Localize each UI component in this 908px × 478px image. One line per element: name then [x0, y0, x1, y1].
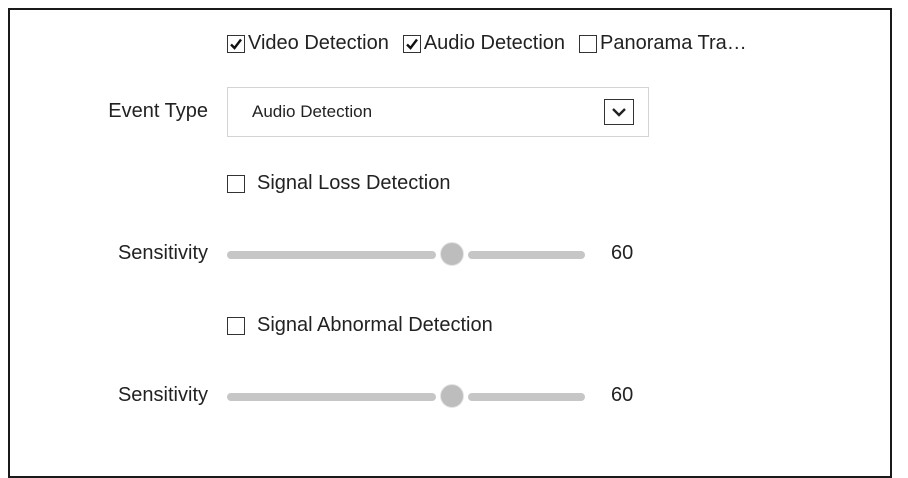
sensitivity-value-1: 60 — [611, 242, 634, 264]
chevron-down-icon[interactable] — [604, 99, 634, 125]
panorama-label: Panorama Tra… — [600, 32, 747, 54]
slider-handle[interactable] — [439, 242, 464, 266]
sensitivity-label-1: Sensitivity — [117, 242, 208, 264]
event-type-checkbox-row: Video Detection Audio Detection Panorama… — [227, 32, 747, 55]
sensitivity-value-2: 60 — [611, 384, 634, 406]
signal-abnormal-checkbox[interactable] — [227, 316, 245, 335]
slider-handle[interactable] — [439, 384, 464, 408]
slider-track-left — [227, 251, 436, 259]
checkmark-icon — [230, 38, 242, 50]
panorama-checkbox[interactable] — [579, 34, 598, 53]
audio-detection-checkbox[interactable] — [402, 34, 421, 53]
video-detection-label: Video Detection — [248, 32, 389, 54]
video-detection-checkbox[interactable] — [227, 34, 245, 53]
signal-loss-row: Signal Loss Detection — [227, 172, 450, 195]
sensitivity-label-2: Sensitivity — [117, 384, 208, 406]
slider-track-left — [227, 393, 436, 401]
sensitivity-slider-2[interactable] — [227, 384, 585, 410]
event-type-select[interactable]: Audio Detection — [227, 87, 649, 137]
sensitivity-slider-1[interactable] — [227, 242, 585, 268]
slider-track-right — [467, 393, 585, 401]
audio-detection-label: Audio Detection — [423, 32, 566, 54]
event-type-label: Event Type — [108, 100, 208, 122]
signal-loss-label: Signal Loss Detection — [257, 172, 451, 194]
event-type-selected-value: Audio Detection — [252, 102, 373, 121]
signal-abnormal-row: Signal Abnormal Detection — [227, 314, 493, 337]
slider-track-right — [467, 251, 585, 259]
signal-loss-checkbox[interactable] — [227, 174, 245, 193]
signal-abnormal-label: Signal Abnormal Detection — [257, 314, 493, 336]
checkmark-icon — [405, 38, 418, 50]
